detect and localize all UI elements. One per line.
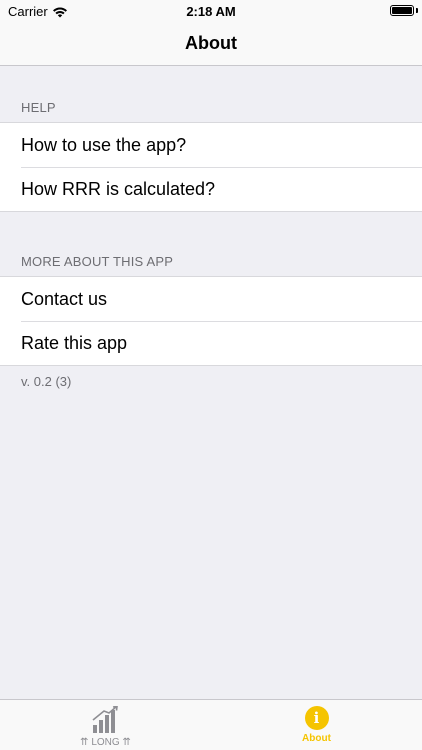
- cell-label: How RRR is calculated?: [21, 178, 216, 199]
- status-time: 2:18 AM: [186, 4, 236, 19]
- help-group: How to use the app? How RRR is calculate…: [0, 122, 422, 212]
- navigation-bar: About: [0, 22, 422, 66]
- page-title: About: [185, 33, 237, 53]
- more-about-group: Contact us Rate this app: [0, 276, 422, 366]
- battery-tip: [416, 8, 418, 13]
- cell-label: Rate this app: [21, 332, 128, 353]
- battery-icon: [390, 5, 414, 16]
- bar-chart-icon: [91, 706, 118, 733]
- how-rrr-calculated-cell[interactable]: How RRR is calculated?: [0, 167, 422, 211]
- tab-bar: ⇈ LONG ⇈ i About: [0, 699, 422, 750]
- cell-label: How to use the app?: [21, 134, 187, 155]
- tab-about[interactable]: i About: [211, 700, 422, 750]
- version-label: v. 0.2 (3): [21, 374, 72, 389]
- battery-fill: [392, 7, 412, 14]
- tab-long[interactable]: ⇈ LONG ⇈: [0, 700, 211, 750]
- tab-label: About: [302, 733, 331, 744]
- status-bar: Carrier 2:18 AM: [0, 0, 422, 22]
- cell-label: Contact us: [21, 288, 108, 309]
- tab-label: ⇈ LONG ⇈: [80, 737, 131, 748]
- section-header-more-about: MORE ABOUT THIS APP: [21, 254, 174, 269]
- how-to-use-cell[interactable]: How to use the app?: [0, 123, 422, 167]
- rate-app-cell[interactable]: Rate this app: [0, 321, 422, 365]
- contact-us-cell[interactable]: Contact us: [0, 277, 422, 321]
- section-header-help: HELP: [21, 100, 56, 115]
- info-icon: i: [304, 706, 329, 730]
